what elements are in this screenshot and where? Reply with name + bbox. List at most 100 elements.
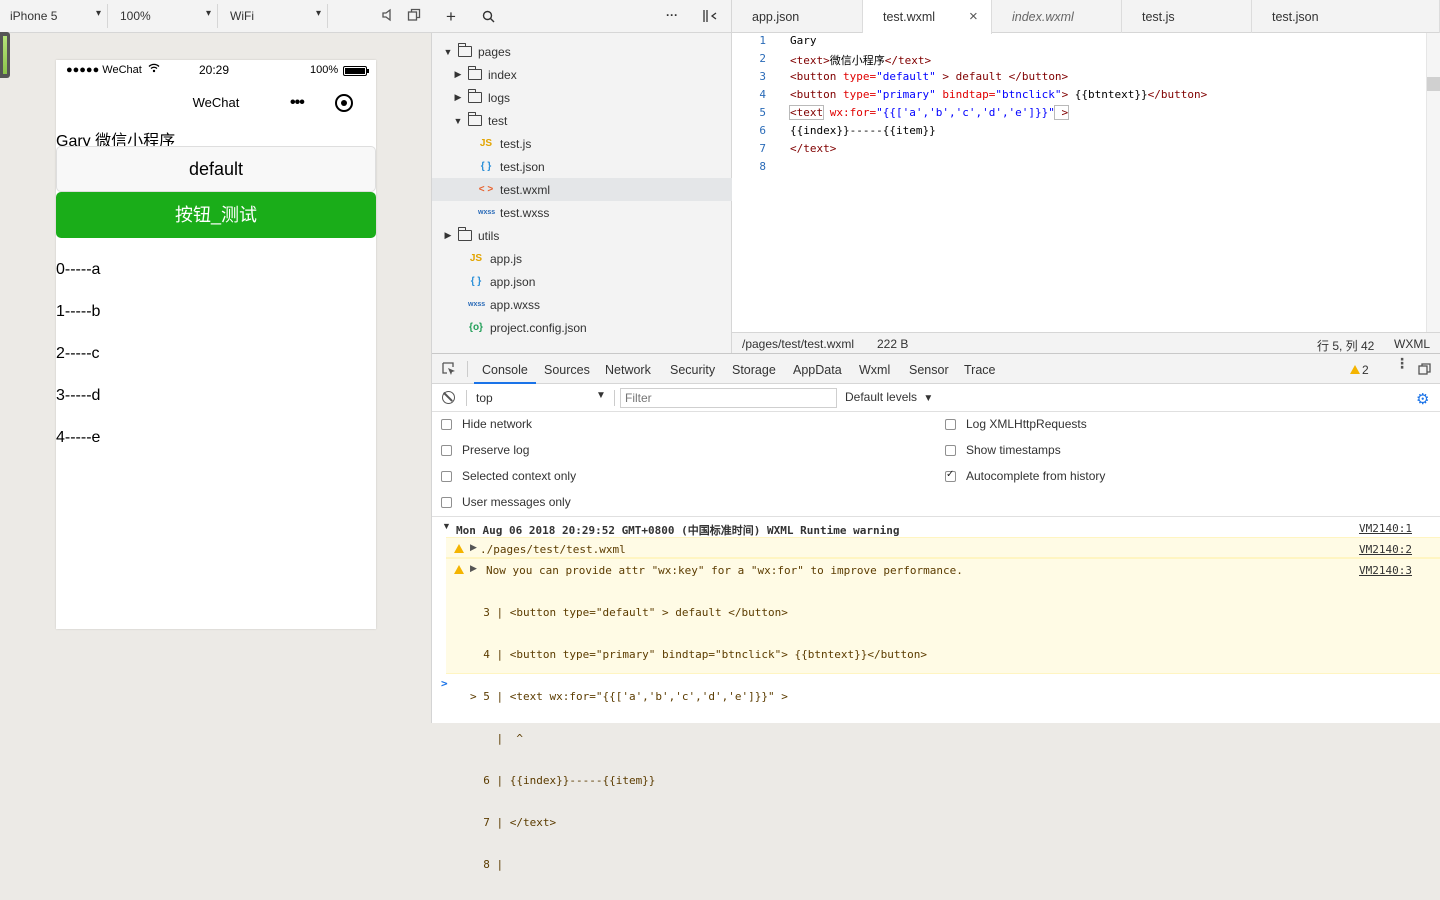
chevron-down-icon[interactable]: ▼ xyxy=(442,47,454,57)
gear-icon[interactable]: ⚙ xyxy=(1416,390,1429,408)
checkbox-checked[interactable] xyxy=(945,469,956,482)
checkbox[interactable] xyxy=(441,496,452,508)
option-preserve-log[interactable]: Preserve log xyxy=(441,443,529,457)
snippet-line: 8 | xyxy=(470,858,504,871)
context-select[interactable]: top ▼ xyxy=(470,388,610,408)
tree-item-label: app.json xyxy=(490,274,536,289)
detach-window-icon[interactable] xyxy=(406,8,422,24)
phone-status-bar: ●●●●● WeChat 20:29 100% xyxy=(56,60,376,82)
device-select[interactable]: iPhone 5 ▾ xyxy=(0,4,108,28)
code-line-5: <text wx:for="{{['a','b','c','d','e']}}"… xyxy=(788,105,1070,120)
tab-app-json[interactable]: app.json xyxy=(732,0,863,33)
tree-item-test-wxss[interactable]: wxss test.wxss xyxy=(432,201,732,224)
console-filter-input[interactable] xyxy=(620,388,837,408)
log-levels-select[interactable]: Default levels ▼ xyxy=(845,390,933,404)
chevron-down-icon[interactable]: ▼ xyxy=(452,116,464,126)
search-icon[interactable] xyxy=(482,10,495,26)
editor-status-bar: /pages/test/test.wxml 222 B 行 5, 列 42 WX… xyxy=(732,332,1440,353)
tab-wxml[interactable]: Wxml xyxy=(859,354,890,384)
tab-sources[interactable]: Sources xyxy=(544,354,590,384)
tree-item-pages[interactable]: ▼ pages xyxy=(432,40,732,63)
tab-test-json[interactable]: test.json xyxy=(1252,0,1440,33)
close-capsule-icon[interactable] xyxy=(335,94,353,112)
tree-item-test-wxml[interactable]: < > test.wxml xyxy=(432,178,732,201)
source-link[interactable]: VM2140:3 xyxy=(1359,564,1412,577)
language-mode[interactable]: WXML xyxy=(1394,337,1430,351)
option-user-messages[interactable]: User messages only xyxy=(441,495,571,509)
tree-item-index[interactable]: ▶ index xyxy=(432,63,732,86)
tree-item-project-config-json[interactable]: {o} project.config.json xyxy=(432,316,732,339)
inspect-element-icon[interactable] xyxy=(442,362,456,379)
tree-item-label: app.wxss xyxy=(490,297,541,312)
zoom-select[interactable]: 100% ▾ xyxy=(108,4,218,28)
tab-test-wxml[interactable]: test.wxml × xyxy=(863,0,992,34)
option-show-timestamps[interactable]: Show timestamps xyxy=(945,443,1061,457)
checkbox[interactable] xyxy=(441,470,452,482)
code-area[interactable]: 1 2 3 4 5 6 7 8 Gary <text>微信小程序</text> … xyxy=(732,33,1426,332)
expand-arrow-icon[interactable]: ▼ xyxy=(442,521,451,531)
source-link[interactable]: VM2140:1 xyxy=(1359,522,1412,535)
tree-item-logs[interactable]: ▶ logs xyxy=(432,86,732,109)
tree-item-test-json[interactable]: { } test.json xyxy=(432,155,732,178)
context-select-value: top xyxy=(476,391,493,405)
option-label: Log XMLHttpRequests xyxy=(966,417,1087,431)
add-file-icon[interactable]: + xyxy=(446,7,456,27)
network-select[interactable]: WiFi ▾ xyxy=(218,4,328,28)
code-line-4: <button type="primary" bindtap="btnclick… xyxy=(790,88,1208,101)
checkbox[interactable] xyxy=(441,444,452,456)
tree-item-app-js[interactable]: JS app.js xyxy=(432,247,732,270)
tree-item-app-json[interactable]: { } app.json xyxy=(432,270,732,293)
console-warning-row[interactable]: ▶ ./pages/test/test.wxml VM2140:2 xyxy=(446,537,1440,558)
code-snippet: 3 | <button type="default" > default </b… xyxy=(470,578,927,900)
tab-test-js[interactable]: test.js xyxy=(1122,0,1252,33)
checkbox[interactable] xyxy=(945,418,956,430)
mute-icon[interactable] xyxy=(380,8,396,24)
source-link[interactable]: VM2140:2 xyxy=(1359,543,1412,556)
default-button[interactable]: default xyxy=(56,146,376,192)
file-size: 222 B xyxy=(877,337,909,351)
option-hide-network[interactable]: Hide network xyxy=(441,417,532,431)
tree-item-label: utils xyxy=(478,228,500,243)
tab-index-wxml[interactable]: index.wxml xyxy=(992,0,1122,33)
code-line-2: <text>微信小程序</text> xyxy=(790,54,932,67)
console-prompt[interactable]: > xyxy=(432,675,1440,693)
tree-item-test-js[interactable]: JS test.js xyxy=(432,132,732,155)
tab-network[interactable]: Network xyxy=(605,354,651,384)
tree-item-test[interactable]: ▼ test xyxy=(432,109,732,132)
tab-security[interactable]: Security xyxy=(670,354,715,384)
tab-appdata[interactable]: AppData xyxy=(793,354,842,384)
tab-storage[interactable]: Storage xyxy=(732,354,776,384)
option-selected-context[interactable]: Selected context only xyxy=(441,469,576,483)
checkbox[interactable] xyxy=(441,418,452,430)
option-label: Hide network xyxy=(462,417,533,431)
option-autocomplete[interactable]: Autocomplete from history xyxy=(945,469,1105,483)
editor-scrollbar[interactable] xyxy=(1426,33,1440,332)
more-options-icon[interactable]: ··· xyxy=(666,8,678,22)
collapse-panel-icon[interactable] xyxy=(702,9,718,26)
clear-console-icon[interactable] xyxy=(442,391,455,404)
tree-item-app-wxss[interactable]: wxss app.wxss xyxy=(432,293,732,316)
console-group-header[interactable]: ▼ Mon Aug 06 2018 20:29:52 GMT+0800 (中国标… xyxy=(432,516,1440,537)
tree-item-utils[interactable]: ▶ utils xyxy=(432,224,732,247)
option-log-xhr[interactable]: Log XMLHttpRequests xyxy=(945,417,1087,431)
expand-arrow-icon[interactable]: ▶ xyxy=(470,542,477,553)
close-icon[interactable]: × xyxy=(969,0,978,34)
folder-open-icon xyxy=(468,112,482,126)
cursor-position[interactable]: 行 5, 列 42 xyxy=(1317,337,1374,354)
tab-sensor[interactable]: Sensor xyxy=(909,354,949,384)
tab-console[interactable]: Console xyxy=(474,354,536,384)
primary-button[interactable]: 按钮_测试 xyxy=(56,192,376,238)
simulator-resize-handle[interactable] xyxy=(0,32,10,78)
more-menu-icon[interactable]: ••• xyxy=(290,94,305,112)
checkbox[interactable] xyxy=(945,444,956,456)
chevron-right-icon[interactable]: ▶ xyxy=(442,230,454,241)
dock-side-icon[interactable] xyxy=(1418,363,1431,379)
tab-trace[interactable]: Trace xyxy=(964,354,996,384)
warning-count[interactable]: 2 xyxy=(1362,363,1369,377)
chevron-right-icon[interactable]: ▶ xyxy=(452,92,464,103)
more-options-icon[interactable]: ⋮ xyxy=(1395,356,1409,370)
console-warning-row[interactable]: ▶ Now you can provide attr "wx:key" for … xyxy=(446,558,1440,871)
expand-arrow-icon[interactable]: ▶ xyxy=(470,563,477,574)
warning-icon xyxy=(454,544,464,553)
chevron-right-icon[interactable]: ▶ xyxy=(452,69,464,80)
